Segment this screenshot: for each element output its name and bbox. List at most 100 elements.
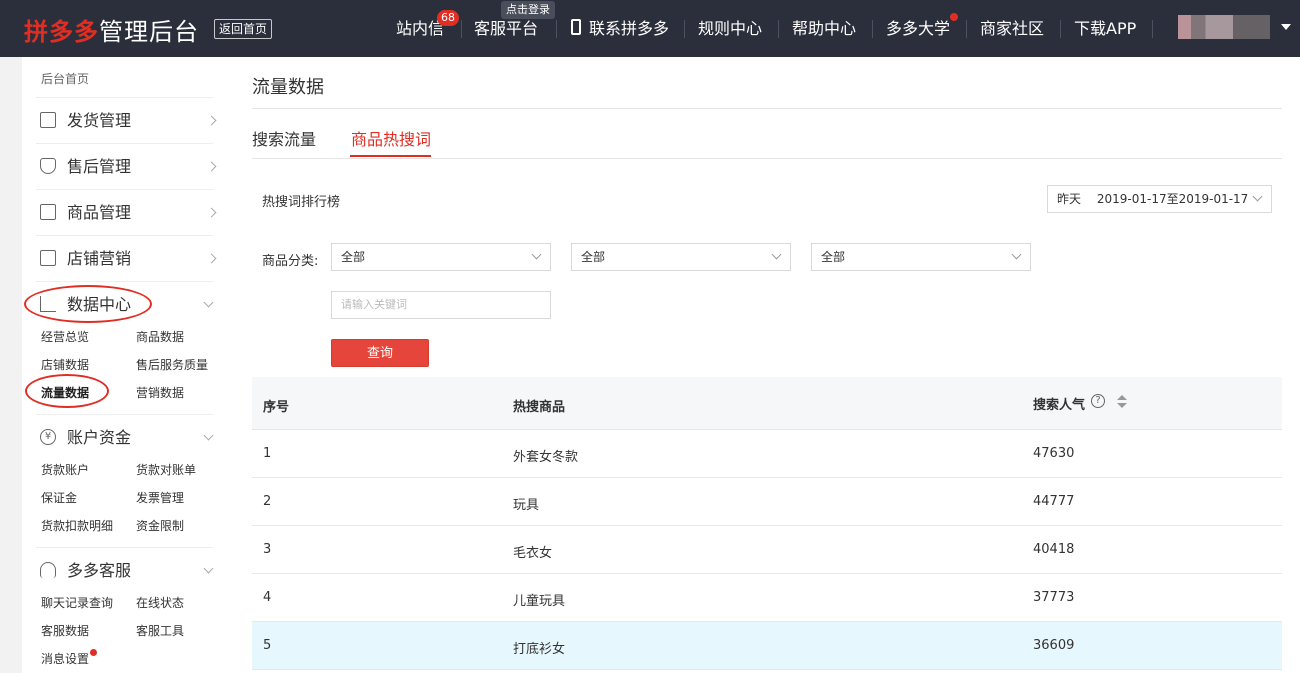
query-button[interactable]: 查询 <box>331 339 429 367</box>
sidebar-subitem-deposit[interactable]: 保证金 <box>41 489 77 506</box>
chevron-down-icon[interactable] <box>203 430 214 441</box>
nav-divider <box>1060 20 1061 38</box>
nav-messages[interactable]: 站内信 <box>396 0 444 57</box>
sidebar-subitem-store-data[interactable]: 店铺数据 <box>41 356 89 373</box>
column-header-popularity[interactable]: 搜索人气 <box>1033 394 1085 413</box>
divider <box>252 108 1282 109</box>
sort-up-icon[interactable] <box>1117 395 1127 400</box>
nav-university[interactable]: 多多大学 <box>886 0 950 57</box>
keyword-input[interactable]: 请输入关键词 <box>331 291 551 319</box>
sidebar-subitem-business-overview[interactable]: 经营总览 <box>41 328 89 345</box>
sidebar-subitem-payment-account[interactable]: 货款账户 <box>41 461 89 478</box>
sidebar-subitem-service-tools[interactable]: 客服工具 <box>136 622 184 639</box>
headset-icon <box>40 562 56 578</box>
category-label: 商品分类: <box>262 254 319 269</box>
logo-brand: 拼多多 <box>24 18 99 46</box>
annotation-circle <box>24 285 152 323</box>
select-value: 全部 <box>341 250 366 264</box>
divider <box>36 281 213 282</box>
chevron-down-icon <box>531 249 542 260</box>
annotation-circle <box>25 374 109 408</box>
nav-download-app[interactable]: 下载APP <box>1074 0 1136 57</box>
chevron-right-icon[interactable] <box>206 161 217 172</box>
rank-cell: 5 <box>263 638 272 653</box>
keyword-cell: 玩具 <box>513 498 540 513</box>
sidebar: 后台首页 发货管理 售后管理 商品管理 店铺营销 数据中心 经营总览 商品数据 … <box>22 57 232 673</box>
sidebar-subitem-fund-limits[interactable]: 资金限制 <box>136 517 184 534</box>
notification-dot <box>950 13 958 21</box>
sidebar-item-label: 发货管理 <box>67 111 132 130</box>
sidebar-subitem-online-status[interactable]: 在线状态 <box>136 594 184 611</box>
home-button[interactable]: 返回首页 <box>214 19 273 39</box>
nav-help-center[interactable]: 帮助中心 <box>792 0 856 57</box>
column-header-keyword: 热搜商品 <box>513 400 566 415</box>
divider <box>36 97 213 98</box>
chevron-right-icon[interactable] <box>206 253 217 264</box>
nav-service-platform[interactable]: 客服平台 <box>474 0 538 57</box>
table-row[interactable]: 4 儿童玩具 37773 <box>252 574 1282 622</box>
table-row[interactable]: 3 毛衣女 40418 <box>252 526 1282 574</box>
yen-icon: ¥ <box>40 429 56 445</box>
chevron-down-icon[interactable] <box>203 563 214 574</box>
tab-hot-keywords[interactable]: 商品热搜词 <box>351 126 431 150</box>
document-icon <box>40 112 56 128</box>
main-content: 流量数据 搜索流量 商品热搜词 热搜词排行榜 昨天 2019-01-17至201… <box>232 57 1300 673</box>
logo[interactable]: 拼多多管理后台 <box>24 12 199 47</box>
category-select-3[interactable]: 全部 <box>811 243 1031 271</box>
divider <box>36 143 213 144</box>
nav-rules-center[interactable]: 规则中心 <box>698 0 762 57</box>
chevron-down-icon <box>771 249 782 260</box>
sidebar-item-label: 售后管理 <box>67 157 132 176</box>
category-select-1[interactable]: 全部 <box>331 243 551 271</box>
help-icon[interactable]: ? <box>1091 394 1105 408</box>
message-count-badge: 68 <box>437 10 459 26</box>
select-value: 全部 <box>581 250 606 264</box>
nav-contact[interactable]: 联系拼多多 <box>589 0 669 57</box>
table-row[interactable]: 2 玩具 44777 <box>252 478 1282 526</box>
chevron-down-icon <box>1252 191 1263 202</box>
popularity-cell: 40418 <box>1033 542 1075 557</box>
phone-icon <box>571 19 581 35</box>
tab-search-traffic[interactable]: 搜索流量 <box>252 126 316 150</box>
chevron-right-icon[interactable] <box>206 115 217 126</box>
sidebar-subitem-product-data[interactable]: 商品数据 <box>136 328 184 345</box>
gift-icon <box>40 250 56 266</box>
sidebar-subitem-service-data[interactable]: 客服数据 <box>41 622 89 639</box>
popularity-cell: 36609 <box>1033 638 1075 653</box>
chevron-right-icon[interactable] <box>206 207 217 218</box>
sidebar-subitem-statement[interactable]: 货款对账单 <box>136 461 196 478</box>
nav-divider <box>966 20 967 38</box>
product-icon <box>40 204 56 220</box>
chevron-down-icon[interactable] <box>1281 24 1291 30</box>
user-avatar[interactable] <box>1178 15 1270 39</box>
sidebar-subitem-chat-history[interactable]: 聊天记录查询 <box>41 594 113 611</box>
table-row[interactable]: 1 外套女冬款 47630 <box>252 430 1282 478</box>
logo-text: 管理后台 <box>99 18 199 46</box>
chevron-down-icon[interactable] <box>203 297 214 308</box>
category-select-2[interactable]: 全部 <box>571 243 791 271</box>
sidebar-subitem-deductions[interactable]: 货款扣款明细 <box>41 517 113 534</box>
nav-community[interactable]: 商家社区 <box>980 0 1044 57</box>
divider <box>36 414 213 415</box>
nav-divider <box>1152 20 1153 38</box>
sidebar-subitem-service-quality[interactable]: 售后服务质量 <box>136 356 208 373</box>
keyword-cell: 打底衫女 <box>513 642 566 657</box>
nav-divider <box>461 20 462 38</box>
nav-divider <box>872 20 873 38</box>
date-range-select[interactable]: 昨天 2019-01-17至2019-01-17 <box>1047 185 1272 213</box>
sidebar-item-home[interactable]: 后台首页 <box>41 70 89 87</box>
sidebar-subitem-invoice[interactable]: 发票管理 <box>136 489 184 506</box>
nav-divider <box>684 20 685 38</box>
rank-cell: 4 <box>263 590 272 605</box>
popularity-cell: 37773 <box>1033 590 1075 605</box>
rank-cell: 2 <box>263 494 272 509</box>
select-value: 全部 <box>821 250 846 264</box>
divider <box>36 235 213 236</box>
sidebar-subitem-message-settings[interactable]: 消息设置 <box>41 650 89 667</box>
date-range-value: 2019-01-17至2019-01-17 <box>1096 192 1249 206</box>
table-row[interactable]: 5 打底衫女 36609 <box>252 622 1282 670</box>
table-header: 序号 热搜商品 搜索人气 ? <box>252 377 1282 430</box>
divider <box>252 158 1282 159</box>
sort-down-icon[interactable] <box>1117 403 1127 408</box>
sidebar-subitem-marketing-data[interactable]: 营销数据 <box>136 384 184 401</box>
